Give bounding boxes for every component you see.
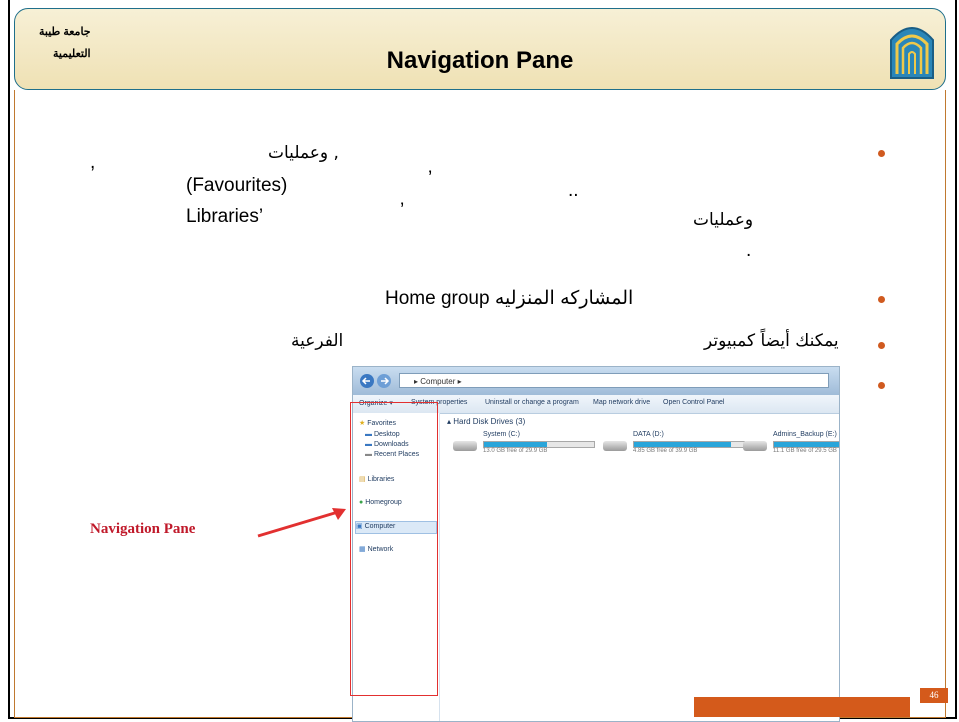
explorer-title-bar: ▸ Computer ▸	[353, 367, 839, 395]
explorer-content: ▴ Hard Disk Drives (3) System (C:) 13.0 G…	[443, 413, 839, 721]
drive-item[interactable]: DATA (D:) 4.85 GB free of 39.9 GB	[603, 431, 753, 461]
bullet1-text-1: وعمليات ,	[268, 143, 339, 163]
footer-bar	[694, 697, 910, 717]
university-logo-icon	[890, 27, 934, 79]
bullet-dot	[878, 342, 885, 349]
drive-name: DATA (D:)	[633, 431, 664, 438]
bullet-dot	[878, 296, 885, 303]
drive-name: System (C:)	[483, 431, 520, 438]
bullet1-apostrophe-2: ’	[400, 200, 405, 221]
drive-name: Admins_Backup (E:)	[773, 431, 837, 438]
bullet1-text-2: وعمليات	[693, 210, 754, 230]
drive-item[interactable]: System (C:) 13.0 GB free of 29.9 GB	[453, 431, 603, 461]
bullet1-end: .	[746, 240, 752, 261]
back-forward-icon[interactable]	[359, 373, 393, 389]
bullet1-dots: ..	[568, 180, 579, 201]
section-header: ▴ Hard Disk Drives (3)	[447, 417, 526, 426]
toolbar-uninstall[interactable]: Uninstall or change a program	[485, 399, 579, 406]
bullet3-text-1: يمكنك أيضاً كمبيوتر	[704, 331, 839, 351]
drive-usage-bar	[773, 441, 839, 448]
bullet1-apostrophe-1: ’	[428, 168, 433, 189]
university-line-1: جامعة طيبة	[39, 26, 91, 38]
drive-free-space: 13.0 GB free of 29.9 GB	[483, 448, 548, 454]
hard-drive-icon	[743, 441, 767, 451]
drive-item[interactable]: Admins_Backup (E:) 11.1 GB free of 29.5 G…	[743, 431, 839, 461]
hard-drive-icon	[453, 441, 477, 451]
slide-title: Navigation Pane	[386, 47, 574, 74]
toolbar-map-network-drive[interactable]: Map network drive	[593, 399, 650, 406]
drive-free-space: 4.85 GB free of 39.9 GB	[633, 448, 698, 454]
bullet2-text: Home group المشاركه المنزليه	[385, 288, 634, 309]
bullet3-text-2: الفرعية	[291, 331, 344, 351]
navigation-pane-label: Navigation Pane	[90, 521, 196, 537]
drive-usage-bar	[483, 441, 595, 448]
navigation-pane-highlight	[350, 402, 438, 696]
toolbar-open-control-panel[interactable]: Open Control Panel	[663, 399, 724, 406]
red-arrow-icon	[257, 508, 346, 538]
page-number: 46	[920, 688, 948, 703]
bullet1-libraries: Libraries’	[186, 206, 264, 227]
slide-header: جامعة طيبة التعليمية Navigation Pane	[14, 8, 946, 90]
hard-drive-icon	[603, 441, 627, 451]
bullet-dot	[878, 382, 885, 389]
address-bar[interactable]: ▸ Computer ▸	[399, 373, 829, 388]
drive-usage-bar	[633, 441, 745, 448]
bullet-dot	[878, 150, 885, 157]
drive-free-space: 11.1 GB free of 29.5 GB	[773, 448, 837, 454]
bullet1-favourites: (Favourites)	[186, 175, 288, 196]
bullet1-comma: ,	[90, 152, 96, 173]
